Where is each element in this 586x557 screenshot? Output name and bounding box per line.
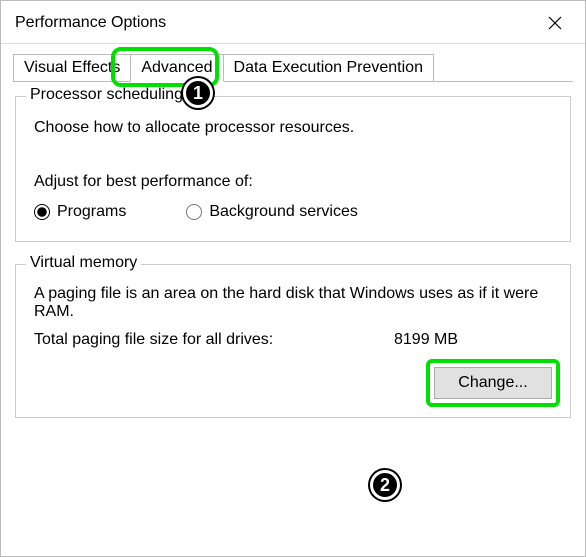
window-title: Performance Options: [15, 14, 166, 32]
tab-advanced[interactable]: Advanced: [130, 54, 223, 82]
change-button[interactable]: Change...: [434, 367, 552, 399]
change-button-row: Change...: [34, 367, 552, 399]
processor-scheduling-desc: Choose how to allocate processor resourc…: [34, 119, 552, 137]
virtual-memory-group: Virtual memory A paging file is an area …: [15, 264, 571, 418]
paging-size-value: 8199 MB: [394, 331, 458, 349]
close-icon: [548, 16, 562, 30]
radio-background-label: Background services: [209, 203, 358, 221]
perf-radio-group: Programs Background services: [34, 203, 552, 221]
radio-programs[interactable]: Programs: [34, 203, 126, 221]
processor-scheduling-group: Processor scheduling Choose how to alloc…: [15, 96, 571, 242]
virtual-memory-desc: A paging file is an area on the hard dis…: [34, 285, 552, 321]
performance-options-window: Performance Options Visual Effects Advan…: [0, 0, 586, 557]
virtual-memory-title: Virtual memory: [26, 254, 141, 272]
paging-size-label: Total paging file size for all drives:: [34, 331, 394, 349]
tab-strip: Visual Effects Advanced Data Execution P…: [1, 44, 585, 82]
processor-scheduling-title: Processor scheduling: [26, 86, 187, 104]
tab-dep[interactable]: Data Execution Prevention: [223, 54, 434, 82]
adjust-label: Adjust for best performance of:: [34, 173, 552, 191]
tab-visual-effects[interactable]: Visual Effects: [13, 54, 131, 82]
close-button[interactable]: [539, 9, 571, 37]
tab-content: Processor scheduling Choose how to alloc…: [1, 82, 585, 454]
titlebar: Performance Options: [1, 1, 585, 44]
radio-programs-label: Programs: [57, 203, 126, 221]
radio-background[interactable]: Background services: [186, 203, 358, 221]
radio-background-input[interactable]: [186, 204, 202, 220]
paging-size-row: Total paging file size for all drives: 8…: [34, 331, 552, 349]
radio-programs-input[interactable]: [34, 204, 50, 220]
